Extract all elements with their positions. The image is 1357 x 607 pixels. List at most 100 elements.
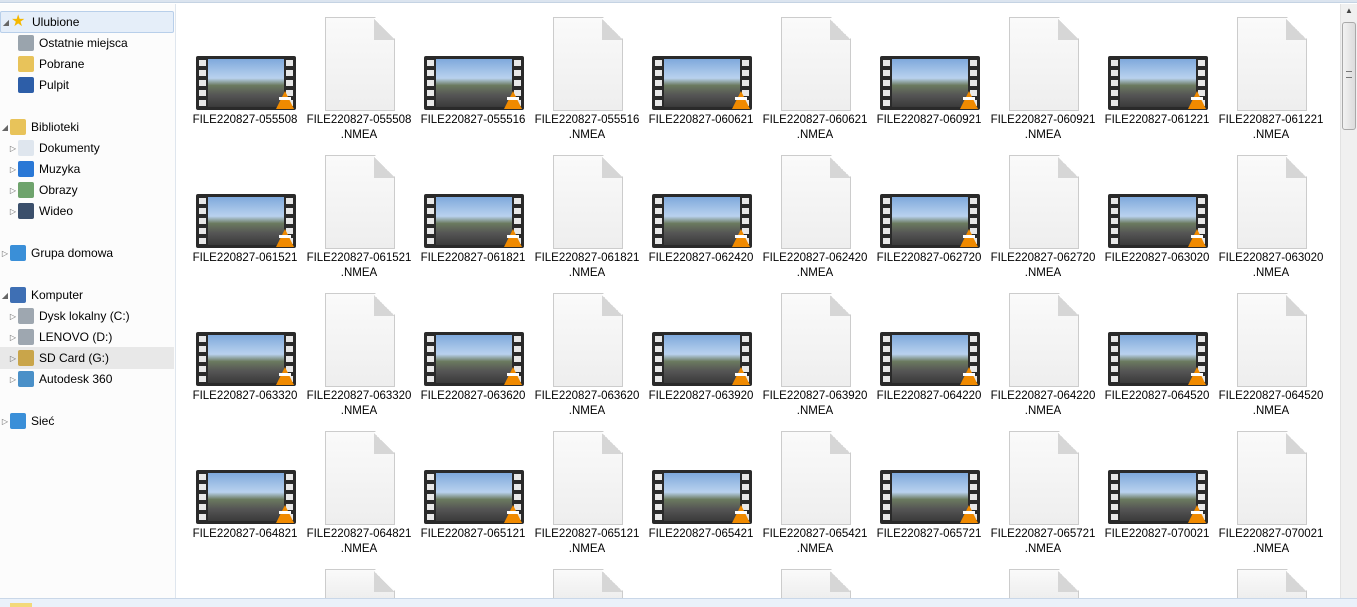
file-item-video[interactable]: FILE220827-061221 — [1089, 4, 1209, 142]
nav-item-ostatnie-miejsca[interactable]: Ostatnie miejsca — [0, 32, 174, 54]
file-item-nmea[interactable]: FILE220827-061821 .NMEA — [519, 142, 639, 280]
expand-arrow-icon[interactable]: ▷ — [8, 165, 18, 174]
nav-item-ulubione[interactable]: ◢ ★ Ulubione — [0, 11, 174, 33]
file-item-video[interactable]: FILE220827-063920 — [633, 280, 753, 418]
navigation-pane: ◢ ★ Ulubione Ostatnie miejsca Pobrane Pulpit ◢… — [0, 4, 176, 598]
nav-item-sd-card-g[interactable]: ▷ SD Card (G:) — [0, 347, 174, 369]
generic-file-icon — [1237, 17, 1307, 111]
expand-arrow-icon[interactable]: ▷ — [8, 333, 18, 342]
file-item-nmea[interactable] — [291, 556, 405, 598]
scroll-up-arrow-icon[interactable]: ▲ — [1345, 6, 1353, 15]
file-item-nmea[interactable]: FILE220827-065121 .NMEA — [519, 418, 639, 556]
file-item-nmea[interactable]: FILE220827-055508 .NMEA — [291, 4, 411, 142]
nav-item-grupa-domowa[interactable]: ▷ Grupa domowa — [0, 242, 174, 264]
window-top-border — [0, 0, 1357, 3]
drive-icon — [18, 329, 34, 345]
generic-file-icon — [781, 431, 851, 525]
vertical-scrollbar[interactable]: ▲ — [1340, 4, 1357, 598]
file-item-nmea[interactable] — [747, 556, 861, 598]
file-item-nmea[interactable]: FILE220827-064520 .NMEA — [1203, 280, 1323, 418]
file-item-video[interactable]: FILE220827-062420 — [633, 142, 753, 280]
file-item-nmea[interactable]: FILE220827-061221 .NMEA — [1203, 4, 1323, 142]
nav-item-label: Dysk lokalny (C:) — [39, 309, 130, 323]
file-item-nmea[interactable]: FILE220827-062720 .NMEA — [975, 142, 1095, 280]
nav-item-sie[interactable]: ▷ Sieć — [0, 410, 174, 432]
expand-arrow-icon[interactable]: ▷ — [8, 144, 18, 153]
nav-item-wideo[interactable]: ▷ Wideo — [0, 200, 174, 222]
generic-file-icon — [325, 17, 395, 111]
nav-item-muzyka[interactable]: ▷ Muzyka — [0, 158, 174, 180]
expand-arrow-icon[interactable]: ▷ — [8, 207, 18, 216]
file-item-video[interactable]: FILE220827-061521 — [177, 142, 297, 280]
file-item-video[interactable]: FILE220827-062720 — [861, 142, 981, 280]
collapse-arrow-icon[interactable]: ◢ — [1, 18, 11, 27]
file-item-nmea[interactable]: FILE220827-065421 .NMEA — [747, 418, 867, 556]
file-item-video[interactable]: FILE220827-063320 — [177, 280, 297, 418]
file-item-video[interactable]: FILE220827-064520 — [1089, 280, 1209, 418]
file-item-nmea[interactable]: FILE220827-062420 .NMEA — [747, 142, 867, 280]
expand-arrow-icon[interactable]: ▷ — [8, 375, 18, 384]
file-item-video[interactable]: FILE220827-065121 — [405, 418, 525, 556]
nav-item-biblioteki[interactable]: ◢ Biblioteki — [0, 116, 174, 138]
file-item-nmea[interactable]: FILE220827-063320 .NMEA — [291, 280, 411, 418]
file-item-video[interactable]: FILE220827-061821 — [405, 142, 525, 280]
video-icon — [18, 203, 34, 219]
nav-item-autodesk-360[interactable]: ▷ Autodesk 360 — [0, 368, 174, 390]
generic-file-icon — [1237, 293, 1307, 387]
file-item-nmea[interactable] — [1203, 556, 1317, 598]
expand-arrow-icon[interactable]: ▷ — [0, 417, 10, 426]
file-item-nmea[interactable]: FILE220827-061521 .NMEA — [291, 142, 411, 280]
file-item-nmea[interactable]: FILE220827-064220 .NMEA — [975, 280, 1095, 418]
local-disk-icon — [18, 308, 34, 324]
expand-arrow-icon[interactable]: ▷ — [8, 354, 18, 363]
file-item-video[interactable]: FILE220827-065421 — [633, 418, 753, 556]
video-thumbnail-icon — [196, 470, 296, 524]
nav-item-label: Autodesk 360 — [39, 372, 113, 386]
nav-item-lenovo-d[interactable]: ▷ LENOVO (D:) — [0, 326, 174, 348]
video-thumbnail-icon — [652, 194, 752, 248]
file-item-video[interactable]: FILE220827-064821 — [177, 418, 297, 556]
homegroup-icon — [10, 245, 26, 261]
file-item-nmea[interactable]: FILE220827-064821 .NMEA — [291, 418, 411, 556]
generic-file-icon — [553, 17, 623, 111]
expand-arrow-icon[interactable]: ▷ — [8, 312, 18, 321]
expand-arrow-icon[interactable]: ▷ — [0, 249, 10, 258]
file-item-video[interactable]: FILE220827-060921 — [861, 4, 981, 142]
file-item-nmea[interactable]: FILE220827-063020 .NMEA — [1203, 142, 1323, 280]
file-item-nmea[interactable] — [519, 556, 633, 598]
file-item-nmea[interactable]: FILE220827-055516 .NMEA — [519, 4, 639, 142]
file-item-nmea[interactable]: FILE220827-060621 .NMEA — [747, 4, 867, 142]
file-item-video[interactable]: FILE220827-070021 — [1089, 418, 1209, 556]
file-item-video[interactable]: FILE220827-063620 — [405, 280, 525, 418]
nav-item-label: Ostatnie miejsca — [39, 36, 128, 50]
file-item-video[interactable]: FILE220827-063020 — [1089, 142, 1209, 280]
file-item-nmea[interactable]: FILE220827-060921 .NMEA — [975, 4, 1095, 142]
nav-item-pobrane[interactable]: Pobrane — [0, 53, 174, 75]
nav-item-label: Komputer — [31, 288, 84, 302]
file-item-nmea[interactable]: FILE220827-063920 .NMEA — [747, 280, 867, 418]
nav-item-dokumenty[interactable]: ▷ Dokumenty — [0, 137, 174, 159]
video-thumbnail-icon — [880, 194, 980, 248]
file-item-video[interactable]: FILE220827-055508 — [177, 4, 297, 142]
nav-item-dysk-lokalny-c[interactable]: ▷ Dysk lokalny (C:) — [0, 305, 174, 327]
sd-card-icon — [18, 350, 34, 366]
file-item-nmea[interactable]: FILE220827-070021 .NMEA — [1203, 418, 1323, 556]
file-item-nmea[interactable]: FILE220827-063620 .NMEA — [519, 280, 639, 418]
file-item-nmea[interactable] — [975, 556, 1089, 598]
scrollbar-thumb[interactable] — [1342, 22, 1356, 130]
file-item-video[interactable]: FILE220827-064220 — [861, 280, 981, 418]
generic-file-icon — [1009, 17, 1079, 111]
video-thumbnail-icon — [880, 56, 980, 110]
nav-item-komputer[interactable]: ◢ Komputer — [0, 284, 174, 306]
file-item-video[interactable]: FILE220827-065721 — [861, 418, 981, 556]
nav-item-obrazy[interactable]: ▷ Obrazy — [0, 179, 174, 201]
file-item-video[interactable]: FILE220827-055516 — [405, 4, 525, 142]
collapse-arrow-icon[interactable]: ◢ — [0, 291, 10, 300]
file-item-video[interactable]: FILE220827-060621 — [633, 4, 753, 142]
nav-item-label: Wideo — [39, 204, 74, 218]
file-item-nmea[interactable]: FILE220827-065721 .NMEA — [975, 418, 1095, 556]
details-pane — [0, 598, 1357, 607]
nav-item-pulpit[interactable]: Pulpit — [0, 74, 174, 96]
collapse-arrow-icon[interactable]: ◢ — [0, 123, 10, 132]
expand-arrow-icon[interactable]: ▷ — [8, 186, 18, 195]
